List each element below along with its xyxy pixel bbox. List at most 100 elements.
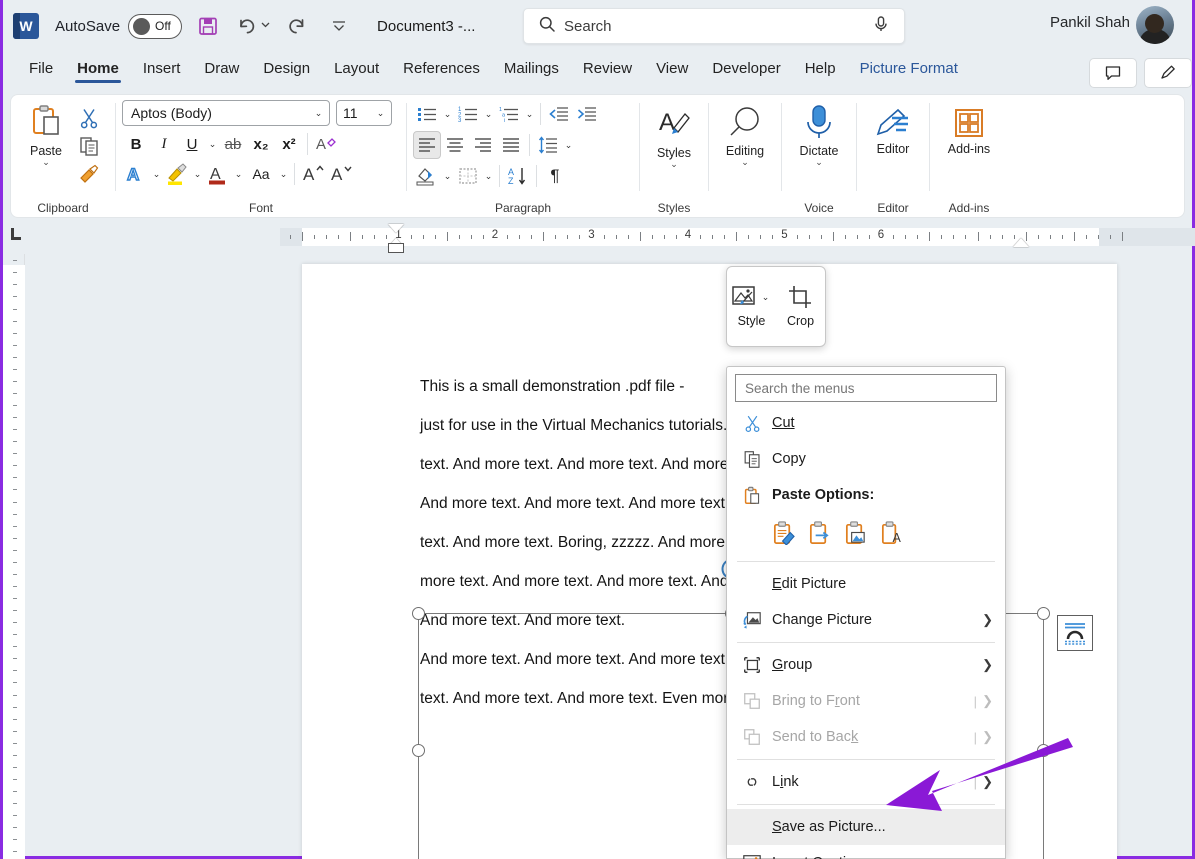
numbering-icon[interactable]: 1 2 3	[454, 100, 482, 128]
text-effects-button[interactable]: A	[122, 160, 150, 188]
tab-view[interactable]: View	[644, 58, 700, 83]
tab-help[interactable]: Help	[793, 58, 848, 83]
text-highlight-button[interactable]	[163, 160, 191, 188]
menu-item-paste-options[interactable]: Paste Options:	[727, 477, 1005, 513]
decrease-indent-icon[interactable]	[545, 100, 573, 128]
resize-handle-middle-left[interactable]	[412, 744, 425, 757]
right-indent-marker[interactable]	[1013, 238, 1029, 247]
vertical-ruler[interactable]	[3, 254, 25, 859]
microphone-icon[interactable]	[872, 15, 890, 38]
line-spacing-icon[interactable]	[534, 131, 562, 159]
line-spacing-chevron-icon[interactable]: ⌄	[562, 140, 575, 151]
shading-icon[interactable]	[413, 162, 441, 190]
numbering-chevron-icon[interactable]: ⌄	[482, 109, 495, 120]
first-line-indent-marker[interactable]	[388, 224, 404, 233]
justify-icon[interactable]	[497, 131, 525, 159]
tab-picture-format[interactable]: Picture Format	[848, 58, 970, 83]
menu-item-edit-picture[interactable]: Edit Picture	[727, 566, 1005, 602]
font-name-combo[interactable]: Aptos (Body) ⌄	[122, 100, 330, 126]
bullets-chevron-icon[interactable]: ⌄	[441, 109, 454, 120]
undo-dropdown-chevron-icon[interactable]	[260, 17, 271, 35]
bullets-icon[interactable]	[413, 100, 441, 128]
add-ins-button[interactable]: Add-ins	[936, 100, 1002, 156]
show-formatting-marks-button[interactable]: ¶	[541, 162, 569, 190]
subscript-button[interactable]: x₂	[247, 130, 275, 158]
text-effects-chevron-icon[interactable]: ⌄	[150, 169, 163, 180]
tab-file[interactable]: File	[17, 58, 65, 83]
menu-item-save-as-picture[interactable]: Save as Picture...	[727, 809, 1005, 845]
tab-developer[interactable]: Developer	[700, 58, 792, 83]
picture-style-chevron-icon[interactable]: ⌄	[759, 292, 772, 303]
borders-chevron-icon[interactable]: ⌄	[482, 171, 495, 182]
shading-chevron-icon[interactable]: ⌄	[441, 171, 454, 182]
tab-design[interactable]: Design	[251, 58, 322, 83]
multilevel-chevron-icon[interactable]: ⌄	[523, 109, 536, 120]
sort-icon[interactable]: A Z	[504, 162, 532, 190]
horizontal-ruler[interactable]: 123456	[3, 222, 1195, 254]
menu-item-change-picture[interactable]: Change Picture ❯	[727, 602, 1005, 638]
styles-button[interactable]: A Styles ⌄	[646, 100, 702, 169]
font-size-combo[interactable]: 11 ⌄	[336, 100, 392, 126]
document-title[interactable]: Document3 -...	[377, 18, 475, 35]
borders-icon[interactable]	[454, 162, 482, 190]
clear-formatting-button[interactable]: A	[312, 130, 340, 158]
multilevel-list-icon[interactable]: 1 a i	[495, 100, 523, 128]
change-case-button[interactable]: Aa	[245, 160, 277, 188]
crop-button[interactable]: Crop	[778, 285, 824, 328]
superscript-button[interactable]: x²	[275, 130, 303, 158]
save-icon[interactable]	[196, 14, 220, 38]
menu-item-cut[interactable]: Cut	[727, 405, 1005, 441]
paste-merge-icon[interactable]	[843, 520, 868, 550]
left-indent-marker[interactable]	[388, 243, 404, 253]
tab-insert[interactable]: Insert	[131, 58, 193, 83]
menu-item-copy[interactable]: Copy	[727, 441, 1005, 477]
underline-button[interactable]: U	[178, 130, 206, 158]
change-case-chevron-icon[interactable]: ⌄	[277, 169, 290, 180]
paste-keep-source-formatting-icon[interactable]	[771, 520, 796, 550]
increase-indent-icon[interactable]	[573, 100, 601, 128]
customize-quick-access-icon[interactable]	[327, 14, 351, 38]
font-name-chevron-icon[interactable]: ⌄	[312, 108, 325, 119]
grow-font-button[interactable]: A	[299, 160, 327, 188]
autosave-toggle[interactable]: Off	[128, 13, 183, 39]
menu-item-insert-caption[interactable]: Insert Caption...	[727, 845, 1005, 859]
picture-style-button[interactable]: ⌄ Style	[729, 285, 775, 328]
styles-chevron-icon[interactable]: ⌄	[670, 160, 678, 169]
editor-button[interactable]: Editor	[863, 100, 923, 156]
tab-stop-selector[interactable]	[11, 228, 21, 240]
paste-text-only-icon[interactable]: A	[879, 520, 904, 550]
copy-button[interactable]	[75, 132, 103, 160]
align-right-icon[interactable]	[469, 131, 497, 159]
resize-handle-middle-right[interactable]	[1037, 744, 1050, 757]
strikethrough-button[interactable]: ab	[219, 130, 247, 158]
menu-item-link[interactable]: Link | ❯	[727, 764, 1005, 800]
font-color-chevron-icon[interactable]: ⌄	[232, 169, 245, 180]
tab-review[interactable]: Review	[571, 58, 644, 83]
tab-mailings[interactable]: Mailings	[492, 58, 571, 83]
dictate-chevron-icon[interactable]: ⌄	[815, 158, 823, 167]
font-color-button[interactable]: A	[204, 160, 232, 188]
underline-chevron-icon[interactable]: ⌄	[206, 139, 219, 150]
align-left-icon[interactable]	[413, 131, 441, 159]
resize-handle-top-right[interactable]	[1037, 607, 1050, 620]
editing-chevron-icon[interactable]: ⌄	[741, 158, 749, 167]
bold-button[interactable]: B	[122, 130, 150, 158]
tab-layout[interactable]: Layout	[322, 58, 391, 83]
menu-search-input[interactable]: Search the menus	[735, 374, 997, 402]
comments-button[interactable]	[1089, 58, 1137, 88]
user-name-label[interactable]: Pankil Shah	[1050, 14, 1130, 31]
undo-icon[interactable]	[234, 14, 258, 38]
tab-home[interactable]: Home	[65, 58, 131, 83]
avatar[interactable]	[1136, 6, 1174, 44]
shrink-font-button[interactable]: A	[327, 160, 355, 188]
font-size-chevron-icon[interactable]: ⌄	[374, 108, 387, 119]
paste-dropdown-chevron-icon[interactable]: ⌄	[42, 158, 50, 167]
paste-picture-icon[interactable]	[807, 520, 832, 550]
format-painter-button[interactable]	[75, 160, 103, 188]
editing-button[interactable]: Editing ⌄	[715, 100, 775, 167]
align-center-icon[interactable]	[441, 131, 469, 159]
dictate-button[interactable]: Dictate ⌄	[788, 100, 850, 167]
tab-references[interactable]: References	[391, 58, 492, 83]
resize-handle-top-left[interactable]	[412, 607, 425, 620]
layout-options-button[interactable]	[1057, 615, 1093, 651]
